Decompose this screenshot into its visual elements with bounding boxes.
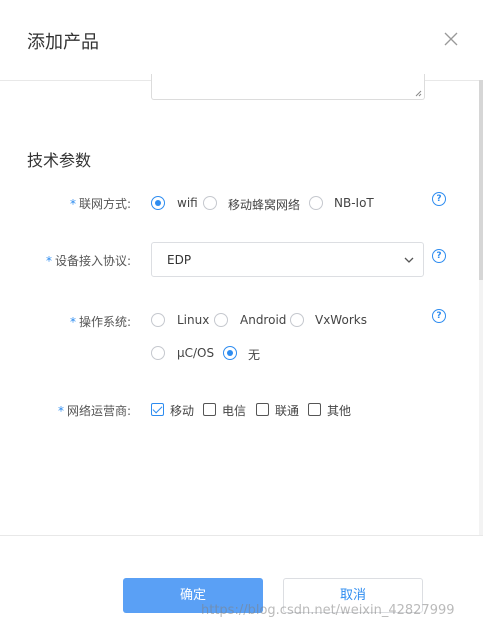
- radio-os-ucos-label[interactable]: μC/OS: [177, 346, 214, 360]
- close-icon[interactable]: [443, 31, 459, 47]
- radio-network-cellular[interactable]: [203, 196, 217, 210]
- protocol-label: * 设备接入协议:: [11, 252, 131, 269]
- radio-network-cellular-label[interactable]: 移动蜂窝网络: [228, 196, 300, 213]
- protocol-select[interactable]: EDP: [151, 242, 424, 277]
- description-textarea[interactable]: [151, 74, 425, 100]
- network-mode-label-text: 联网方式:: [78, 197, 131, 211]
- footer-divider: [0, 535, 483, 536]
- checkbox-carrier-mobile-label[interactable]: 移动: [170, 402, 194, 419]
- checkbox-carrier-other[interactable]: [308, 403, 321, 416]
- protocol-select-value: EDP: [167, 253, 192, 267]
- radio-network-nbiot[interactable]: [309, 196, 323, 210]
- radio-os-none[interactable]: [223, 346, 237, 360]
- dialog-header: 添加产品: [0, 0, 483, 81]
- radio-os-none-label[interactable]: 无: [248, 346, 260, 363]
- network-mode-label: * 联网方式:: [11, 195, 131, 212]
- radio-os-android[interactable]: [214, 313, 228, 327]
- required-mark: *: [69, 315, 76, 329]
- radio-os-android-label[interactable]: Android: [240, 313, 286, 327]
- radio-network-wifi[interactable]: [151, 196, 165, 210]
- checkbox-carrier-unicom[interactable]: [256, 403, 269, 416]
- required-mark: *: [45, 254, 52, 268]
- checkbox-carrier-unicom-label[interactable]: 联通: [275, 402, 299, 419]
- chevron-down-icon: [404, 257, 414, 263]
- radio-network-nbiot-label[interactable]: NB-IoT: [334, 196, 374, 210]
- carrier-label-text: 网络运营商:: [66, 404, 131, 418]
- tech-params-title: 技术参数: [27, 151, 92, 170]
- required-mark: *: [69, 197, 76, 211]
- radio-os-linux[interactable]: [151, 313, 165, 327]
- dialog-title: 添加产品: [27, 32, 99, 53]
- resize-grip-icon[interactable]: [415, 90, 422, 97]
- radio-os-ucos[interactable]: [151, 346, 165, 360]
- help-icon[interactable]: ?: [432, 192, 446, 206]
- help-icon[interactable]: ?: [432, 249, 446, 263]
- checkbox-carrier-other-label[interactable]: 其他: [327, 402, 351, 419]
- radio-os-vxworks[interactable]: [290, 313, 304, 327]
- checkbox-carrier-telecom[interactable]: [203, 403, 216, 416]
- carrier-label: * 网络运营商:: [11, 402, 131, 419]
- radio-network-wifi-label[interactable]: wifi: [177, 196, 198, 210]
- os-label: * 操作系统:: [11, 313, 131, 330]
- checkbox-carrier-mobile[interactable]: [151, 403, 164, 416]
- watermark: https://blog.csdn.net/weixin_42827999: [201, 603, 455, 618]
- checkbox-carrier-telecom-label[interactable]: 电信: [222, 402, 246, 419]
- help-icon[interactable]: ?: [432, 309, 446, 323]
- protocol-label-text: 设备接入协议:: [54, 254, 131, 268]
- radio-os-vxworks-label[interactable]: VxWorks: [315, 313, 367, 327]
- radio-os-linux-label[interactable]: Linux: [177, 313, 209, 327]
- os-label-text: 操作系统:: [78, 315, 131, 329]
- scrollbar-thumb[interactable]: [479, 80, 483, 280]
- required-mark: *: [57, 404, 64, 418]
